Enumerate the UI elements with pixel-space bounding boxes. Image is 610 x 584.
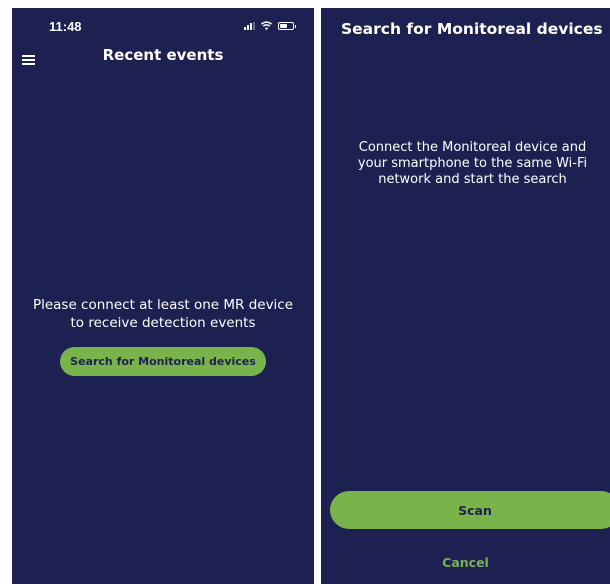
scan-button[interactable]: Scan [330,491,610,529]
instruction-text: Connect the Monitoreal device and your s… [331,140,610,188]
search-devices-button[interactable]: Search for Monitoreal devices [60,347,266,376]
cancel-button[interactable]: Cancel [321,554,610,571]
battery-icon [278,21,296,30]
recent-events-screen: 11:48 Recent events Please connect at le… [12,8,314,584]
instruction-line-2: your smartphone to the same Wi-Fi [357,156,588,171]
wifi-icon [261,21,272,30]
status-icons [244,21,296,30]
status-time: 11:48 [49,19,82,34]
instruction-line-1: Connect the Monitoreal device and [358,140,587,155]
empty-state-line-2: to receive detection events [70,315,256,331]
search-devices-screen: Search for Monitoreal devices Connect th… [321,8,610,584]
instruction-line-3: network and start the search [378,172,567,187]
signal-icon [244,21,255,30]
page-title: Search for Monitoreal devices [341,20,603,38]
empty-state-message: Please connect at least one MR device to… [12,296,314,332]
page-title: Recent events [102,46,224,64]
empty-state-line-1: Please connect at least one MR device [32,297,294,313]
